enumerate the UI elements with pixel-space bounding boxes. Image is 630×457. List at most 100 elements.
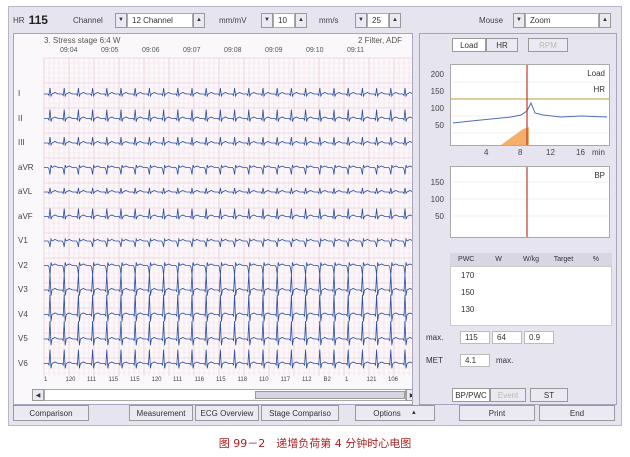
speed-value[interactable]: 25 xyxy=(367,12,389,28)
pwc-col-header: % xyxy=(592,256,599,263)
lead-label: V2 xyxy=(18,260,28,270)
ecg-trace-V2 xyxy=(44,262,412,275)
speed-up-icon[interactable]: ▲ xyxy=(389,12,401,28)
ecg-trace-V3 xyxy=(44,273,412,296)
ecg-trace-II xyxy=(44,109,412,122)
time-tick: 09:08 xyxy=(224,47,242,54)
pwc-col-header: W xyxy=(495,256,502,263)
ecg-header: 3. Stress stage 6:4 W 2 Filter, ADF 09:0… xyxy=(14,34,412,56)
chart1-ytick: 50 xyxy=(435,121,444,130)
beat-hr-value: 106 xyxy=(388,377,399,383)
lead-label: V3 xyxy=(18,285,28,294)
lead-label: I xyxy=(18,89,21,98)
gain-up-icon[interactable]: ▲ xyxy=(295,12,307,28)
met-label: MET xyxy=(426,356,443,365)
measurement-button[interactable]: Measurement xyxy=(129,405,193,421)
max-pwc-value: 115 xyxy=(460,331,490,344)
hr-trend-line xyxy=(452,101,608,124)
load-hr-trend-plot[interactable]: Load HR xyxy=(450,64,610,146)
max-wkg-value: 0.9 xyxy=(524,331,554,344)
bp-trend-svg xyxy=(451,167,609,237)
chart1-xtick: 8 xyxy=(518,148,523,157)
chart1-xunit: min xyxy=(592,148,605,157)
speed-unit-label: mm/s xyxy=(319,15,339,25)
time-tick: 09:09 xyxy=(265,47,283,54)
lead-label: V5 xyxy=(18,334,28,343)
trend-panel: Load HR RPM Load HR 200 150 100 50 4 8 1… xyxy=(419,33,617,405)
lead-label: V4 xyxy=(18,309,28,319)
tab-st[interactable]: ST xyxy=(530,388,568,402)
channel-label: Channel xyxy=(73,15,103,25)
tab-rpm[interactable]: RPM xyxy=(528,38,568,52)
met-value: 4.1 xyxy=(460,354,490,367)
chart1-ytick: 200 xyxy=(430,70,444,79)
tab-hr[interactable]: HR xyxy=(486,38,518,52)
max-label: max. xyxy=(426,333,444,342)
ecg-trace-aVF xyxy=(44,208,412,220)
lead-label: aVF xyxy=(18,211,33,221)
beat-hr-value: 1 xyxy=(345,377,349,383)
print-button[interactable]: Print xyxy=(459,405,535,421)
gain-down-icon[interactable]: ▼ xyxy=(261,12,273,28)
lead-label: aVL xyxy=(18,187,33,196)
pwc-value: 130 xyxy=(461,305,475,314)
scroll-right-icon[interactable]: ▶ xyxy=(406,389,412,401)
speed-down-icon[interactable]: ▼ xyxy=(355,12,367,28)
beat-hr-value: 112 xyxy=(302,377,312,383)
speed-select[interactable]: ▼ 25 ▲ xyxy=(355,11,401,29)
beat-hr-value: 121 xyxy=(366,377,377,383)
stage-comparison-button[interactable]: Stage Compariso xyxy=(261,405,339,421)
options-button[interactable]: Options ▲ xyxy=(355,405,435,421)
beat-hr-value: B2 xyxy=(323,377,331,383)
max-row: max. 115 64 0.9 xyxy=(426,331,554,344)
comparison-button[interactable]: Comparison xyxy=(13,405,89,421)
ecg-waveform-canvas xyxy=(43,57,412,376)
ecg-trace-panel[interactable]: 3. Stress stage 6:4 W 2 Filter, ADF 09:0… xyxy=(13,33,413,405)
chart2-ytick: 150 xyxy=(430,178,444,187)
gain-select[interactable]: ▼ 10 ▲ xyxy=(261,11,307,29)
ecg-overview-button[interactable]: ECG Overview xyxy=(195,405,259,421)
tab-bp-pwc[interactable]: BP/PWC xyxy=(452,388,490,402)
chart1-xtick: 16 xyxy=(576,148,585,157)
time-tick: 09:10 xyxy=(306,47,324,54)
ecg-scrollbar[interactable]: ◀ ▶ xyxy=(32,389,412,401)
scroll-thumb[interactable] xyxy=(255,391,405,399)
beat-hr-value: 115 xyxy=(108,377,119,383)
channel-up-icon[interactable]: ▲ xyxy=(193,12,205,28)
beat-hr-value: 115 xyxy=(216,377,226,383)
pwc-table-header: PWC W W/kg Target % xyxy=(450,253,612,266)
mouse-down-icon[interactable]: ▼ xyxy=(513,12,525,28)
channel-dropdown-icon[interactable]: ▼ xyxy=(115,12,127,28)
gain-value[interactable]: 10 xyxy=(273,12,295,28)
mouse-up-icon[interactable]: ▲ xyxy=(599,12,611,28)
channel-value[interactable]: 12 Channel xyxy=(127,12,193,28)
options-up-icon: ▲ xyxy=(410,410,417,416)
beat-hr-value: 1 xyxy=(44,377,48,383)
scroll-left-icon[interactable]: ◀ xyxy=(32,389,44,401)
beat-hr-value: 116 xyxy=(194,377,205,383)
mouse-mode-select[interactable]: ▼ Zoom ▲ xyxy=(513,11,611,29)
load-legend-label: Load xyxy=(587,69,605,78)
met-row: MET 4.1 max. xyxy=(426,354,513,367)
chart1-xtick: 4 xyxy=(484,148,489,157)
hr-legend-label: HR xyxy=(593,85,605,94)
end-button[interactable]: End xyxy=(539,405,615,421)
ecg-trace-I xyxy=(44,87,412,98)
channel-select[interactable]: ▼ 12 Channel ▲ xyxy=(115,11,205,29)
lead-label: V6 xyxy=(18,358,28,368)
time-tick: 09:05 xyxy=(101,47,119,54)
bp-legend-label: BP xyxy=(594,171,605,180)
top-toolbar: HR 115 Channel ▼ 12 Channel ▲ mm/mV ▼ 10… xyxy=(13,11,617,29)
bp-trend-plot[interactable]: BP xyxy=(450,166,610,238)
beat-hr-value: 120 xyxy=(65,377,76,383)
time-tick: 09:06 xyxy=(142,47,160,54)
pwc-col-header: W/kg xyxy=(523,256,539,263)
chart1-xtick: 12 xyxy=(546,148,555,157)
pwc-col-header: PWC xyxy=(458,256,475,263)
beat-hr-value: 120 xyxy=(151,377,162,383)
tab-load[interactable]: Load xyxy=(452,38,486,52)
mouse-value[interactable]: Zoom xyxy=(525,12,599,28)
tab-event[interactable]: Event xyxy=(490,388,526,402)
stage-text: 3. Stress stage 6:4 W xyxy=(44,36,121,45)
options-label: Options xyxy=(373,408,401,418)
